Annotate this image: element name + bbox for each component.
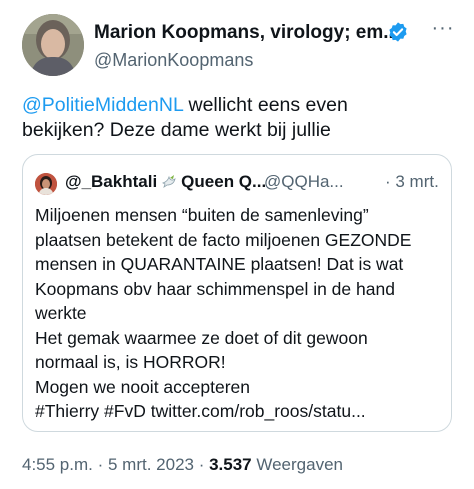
quoted-text-line: #Thierry #FvD twitter.com/rob_roos/statu… <box>35 401 366 421</box>
views-label: Weergaven <box>251 455 343 474</box>
quoted-text-line: plaatsen betekent de facto miljoenen GEZ… <box>35 229 412 250</box>
tweet-metadata: 4:55 p.m. · 5 mrt. 2023 · 3.537 Weergave… <box>22 455 343 475</box>
quoted-text-line: mensen in QUARANTAINE plaatsen! Dat is w… <box>35 254 404 274</box>
quoted-text-line: werkte <box>35 303 87 323</box>
tweet-header: Marion Koopmans, virology; em... @Marion… <box>22 14 458 76</box>
quoted-text-line: Miljoenen mensen “buiten de samenleving” <box>35 205 369 225</box>
quoted-author-avatar <box>35 173 57 195</box>
verified-badge-icon <box>389 22 407 42</box>
separator-dot: · <box>92 455 108 474</box>
quoted-text-line: Het gemak waarmee ze doet of dit gewoon <box>35 327 368 348</box>
tweet-text: @PolitieMiddenNL wellicht eens even beki… <box>22 93 452 143</box>
views-count: 3.537 <box>209 455 252 474</box>
quoted-tweet-text: Miljoenen mensen “buiten de samenleving”… <box>35 203 445 424</box>
quoted-author-line: @_Bakhtali Queen Q... <box>65 172 266 192</box>
quoted-date: · 3 mrt. <box>385 172 439 191</box>
quoted-text-line: Mogen we nooit accepteren <box>35 376 250 397</box>
author-avatar[interactable] <box>22 14 84 76</box>
more-options-button[interactable]: ··· <box>428 17 458 44</box>
quoted-handle: @QQHa... <box>264 172 344 191</box>
tweet-date[interactable]: 5 mrt. 2023 <box>108 455 194 474</box>
dove-emoji-icon <box>162 175 176 188</box>
quoted-tweet-card[interactable]: @_Bakhtali Queen Q... @QQHa... · 3 mrt. … <box>22 154 452 432</box>
more-horizontal-icon: ··· <box>431 17 455 39</box>
quoted-text-line: normaal is, is HORROR! <box>35 352 226 372</box>
author-handle[interactable]: @MarionKoopmans <box>94 50 253 71</box>
mention-link[interactable]: @PolitieMiddenNL <box>22 94 183 116</box>
tweet-text-line: bekijken? Deze dame werkt bij jullie <box>22 119 331 141</box>
quoted-username: @_Bakhtali <box>65 172 158 191</box>
quoted-text-line: Koopmans obv haar schimmenspel in de han… <box>35 278 395 299</box>
quoted-display-name: Queen Q... <box>181 172 267 191</box>
tweet-text-part: wellicht eens even <box>183 94 348 116</box>
tweet-time[interactable]: 4:55 p.m. <box>22 455 93 474</box>
separator-dot: · <box>193 455 210 474</box>
author-name[interactable]: Marion Koopmans, virology; em... <box>94 22 399 44</box>
